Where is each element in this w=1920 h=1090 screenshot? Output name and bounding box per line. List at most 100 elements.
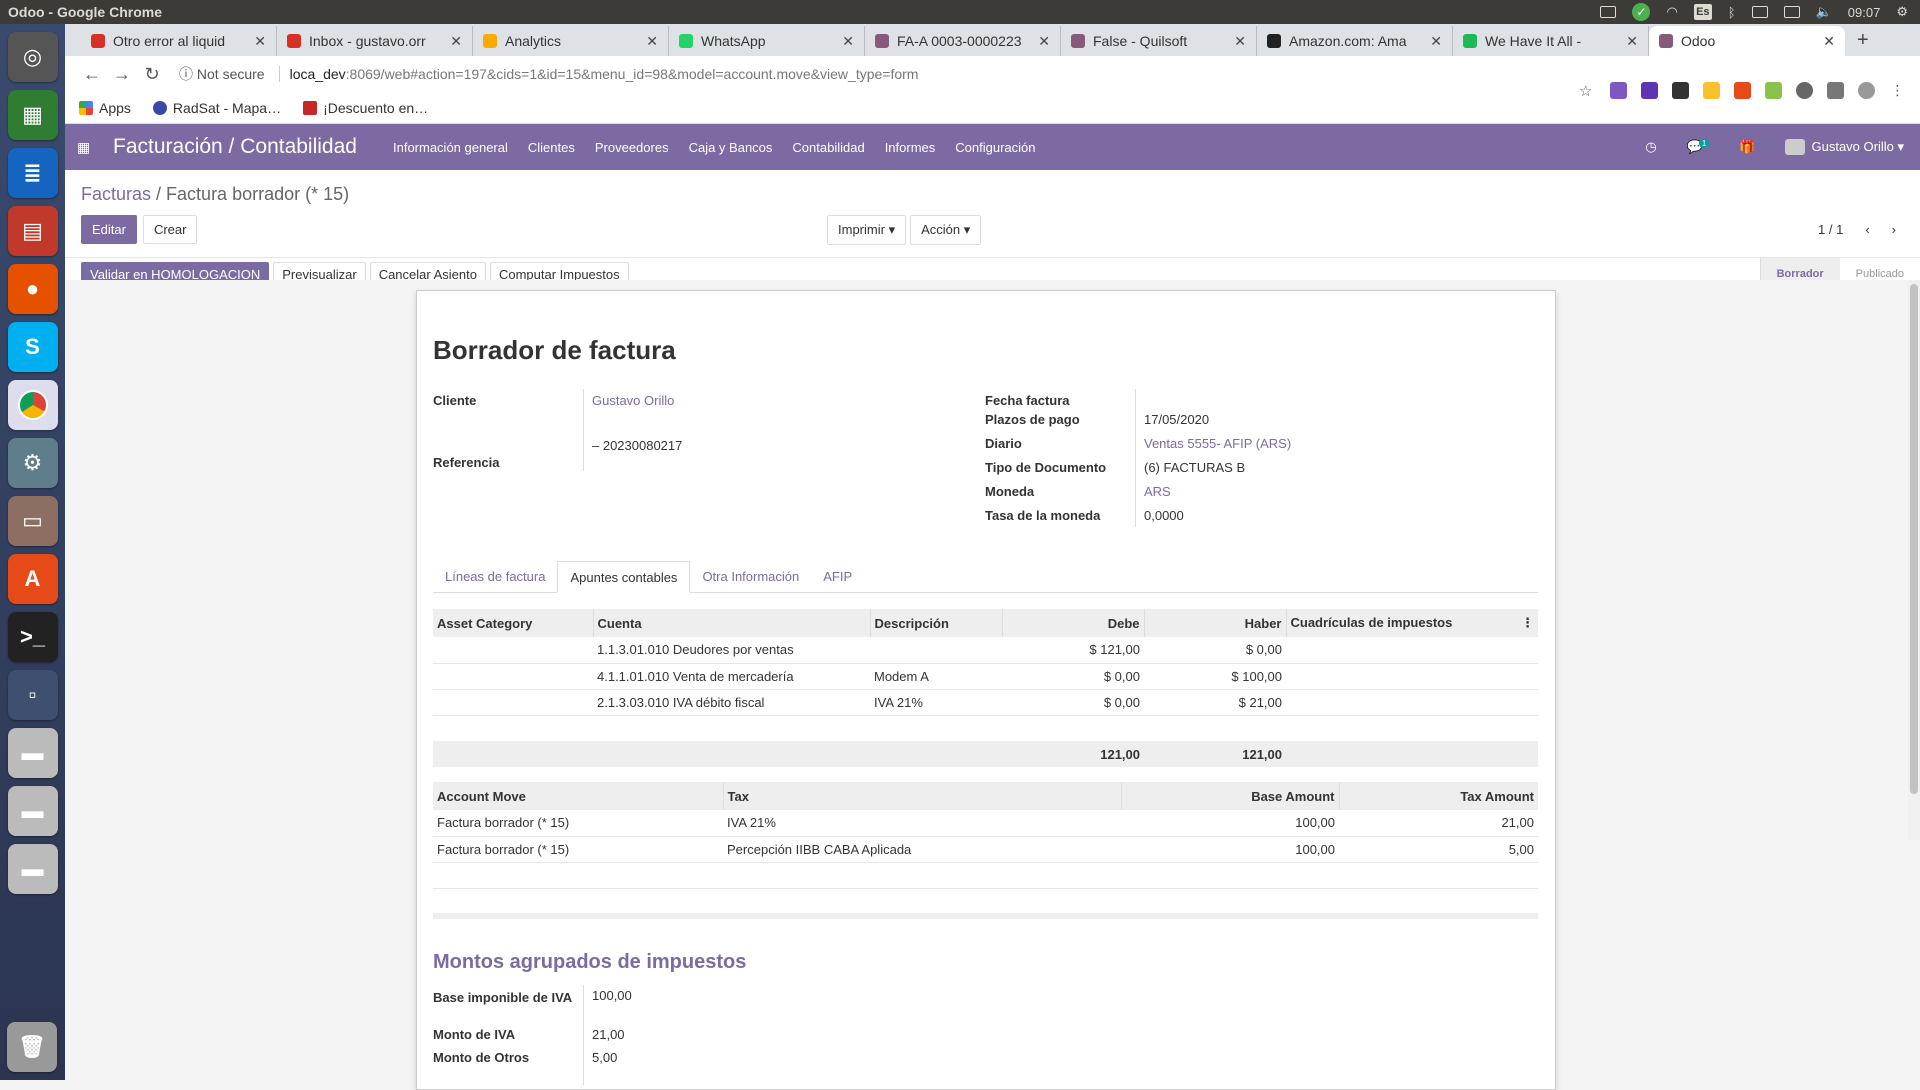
edit-button[interactable]: Editar	[81, 215, 137, 244]
tab-lineas-factura[interactable]: Líneas de factura	[433, 561, 557, 592]
table-row[interactable]: 2.1.3.03.010 IVA débito fiscal IVA 21% $…	[433, 689, 1538, 716]
info-icon[interactable]: ⓘ Not secure	[179, 64, 265, 84]
tab-close-icon[interactable]: ✕	[1823, 33, 1835, 50]
breadcrumb-facturas[interactable]: Facturas	[81, 184, 151, 204]
browser-tab-2[interactable]: Analytics ✕	[473, 26, 669, 56]
apps-menu-icon[interactable]: ▦	[77, 139, 93, 156]
pager-prev-icon[interactable]: ‹	[1865, 222, 1869, 237]
col-tax-amount[interactable]: Tax Amount	[1338, 782, 1538, 810]
bluetooth-icon[interactable]: ᛒ	[1728, 5, 1736, 20]
menu-configuracion[interactable]: Configuración	[955, 140, 1035, 155]
clock[interactable]: 09:07	[1848, 5, 1881, 20]
moneda-field[interactable]: ARS	[1144, 484, 1171, 499]
profile-icon[interactable]	[1858, 82, 1875, 99]
volume-icon[interactable]: 🔈	[1816, 4, 1832, 20]
dash-icon[interactable]: ◎	[7, 32, 58, 82]
extension-icon-6[interactable]	[1765, 82, 1782, 99]
impress-icon[interactable]: ▤	[7, 206, 58, 256]
reload-icon[interactable]: ↻	[137, 64, 167, 85]
spreadsheet-icon[interactable]: ▦	[7, 90, 58, 140]
bookmark-radsat[interactable]: RadSat - Mapa…	[152, 100, 281, 116]
browser-tab-6[interactable]: Amazon.com: Ama ✕	[1257, 26, 1453, 56]
activity-clock-icon[interactable]: ◷	[1645, 139, 1656, 155]
table-row[interactable]: 1.1.3.01.010 Deudores por ventas $ 121,0…	[433, 637, 1538, 664]
col-haber[interactable]: Haber	[1143, 609, 1286, 637]
tab-close-icon[interactable]: ✕	[842, 33, 854, 50]
extension-icon-7[interactable]	[1796, 82, 1813, 99]
tab-close-icon[interactable]: ✕	[1038, 33, 1050, 50]
menu-informacion-general[interactable]: Información general	[393, 140, 508, 155]
pager-next-icon[interactable]: ›	[1892, 222, 1896, 237]
col-asset-category[interactable]: Asset Category	[433, 609, 593, 637]
kebab-menu-icon[interactable]: ⋮	[1889, 82, 1906, 99]
battery-icon[interactable]	[1783, 6, 1800, 18]
new-tab-icon[interactable]: +	[1845, 26, 1881, 56]
menu-informes[interactable]: Informes	[885, 140, 936, 155]
page-scrollbar[interactable]	[1908, 280, 1920, 840]
extension-icon-1[interactable]	[1610, 82, 1627, 99]
app-brand[interactable]: Facturación / Contabilidad	[113, 135, 357, 159]
keyboard-language[interactable]: Es	[1693, 4, 1712, 20]
url-input[interactable]: loca_dev:8069/web#action=197&cids=1&id=1…	[278, 66, 918, 82]
skype-icon[interactable]: S	[7, 322, 58, 372]
menu-clientes[interactable]: Clientes	[528, 140, 575, 155]
menu-contabilidad[interactable]: Contabilidad	[792, 140, 864, 155]
menu-proveedores[interactable]: Proveedores	[595, 140, 669, 155]
check-icon[interactable]: ✓	[1632, 3, 1651, 21]
files-icon[interactable]: ▭	[7, 496, 58, 546]
drive-icon-1[interactable]: ▬	[7, 728, 58, 778]
chat-icon[interactable]: 💬1	[1687, 139, 1710, 155]
browser-tab-5[interactable]: False - Quilsoft ✕	[1061, 26, 1257, 56]
browser-tab-4[interactable]: FA-A 0003-0000223 ✕	[865, 26, 1061, 56]
cliente-field[interactable]: Gustavo Orillo	[592, 393, 674, 408]
tab-close-icon[interactable]: ✕	[1626, 33, 1638, 50]
tab-close-icon[interactable]: ✕	[450, 33, 462, 50]
table-row[interactable]: 4.1.1.01.010 Venta de mercadería Modem A…	[433, 663, 1538, 690]
cloud-icon[interactable]	[1600, 6, 1617, 18]
col-descripcion[interactable]: Descripción	[869, 609, 1002, 637]
tab-close-icon[interactable]: ✕	[1430, 33, 1442, 50]
browser-tab-1[interactable]: Inbox - gustavo.orr ✕	[277, 26, 473, 56]
scrollbar-thumb[interactable]	[1910, 284, 1918, 794]
tab-apuntes-contables[interactable]: Apuntes contables	[557, 561, 691, 593]
browser-tab-7[interactable]: We Have It All - ✕	[1453, 26, 1649, 56]
col-debe[interactable]: Debe	[1001, 609, 1144, 637]
drive-icon-2[interactable]: ▬	[7, 786, 58, 836]
table-row[interactable]: Factura borrador (* 15) IVA 21% 100,00 2…	[433, 810, 1538, 837]
writer-icon[interactable]: ≣	[7, 148, 58, 198]
media-icon[interactable]	[1827, 82, 1844, 99]
optional-columns-icon[interactable]: ⋮	[1521, 615, 1534, 631]
extension-icon-3[interactable]	[1672, 82, 1689, 99]
extension-icon-5[interactable]	[1734, 82, 1751, 99]
tab-close-icon[interactable]: ✕	[254, 33, 266, 50]
tab-otra-informacion[interactable]: Otra Información	[690, 561, 811, 592]
col-cuadriculas[interactable]: Cuadrículas de impuestos ⋮	[1285, 609, 1538, 637]
extension-icon-4[interactable]	[1703, 82, 1720, 99]
user-menu[interactable]: Gustavo Orillo ▾	[1785, 139, 1904, 156]
bookmark-apps[interactable]: Apps	[79, 100, 131, 116]
tab-close-icon[interactable]: ✕	[1234, 33, 1246, 50]
system-settings-icon[interactable]: ⚙	[7, 438, 58, 488]
software-center-icon[interactable]: A	[7, 554, 58, 604]
create-button[interactable]: Crear	[142, 215, 198, 244]
print-dropdown[interactable]: Imprimir ▾	[827, 215, 907, 245]
mail-icon[interactable]	[1751, 6, 1768, 18]
trash-icon[interactable]: 🗑	[7, 1022, 57, 1072]
tab-close-icon[interactable]: ✕	[646, 33, 658, 50]
tipo-value[interactable]: (6) FACTURAS B	[1144, 460, 1245, 475]
bookmark-descuento[interactable]: ¡Descuento en…	[303, 100, 428, 116]
action-dropdown[interactable]: Acción ▾	[910, 215, 982, 245]
col-tax[interactable]: Tax	[722, 782, 1121, 810]
extension-icon-2[interactable]	[1641, 82, 1658, 99]
workspace-icon[interactable]: ▫	[7, 670, 58, 720]
drive-icon-3[interactable]: ▬	[7, 844, 58, 894]
gift-icon[interactable]: 🎁	[1739, 139, 1755, 155]
browser-tab-3[interactable]: WhatsApp ✕	[669, 26, 865, 56]
menu-caja-bancos[interactable]: Caja y Bancos	[689, 140, 773, 155]
browser-tab-0[interactable]: Otro error al liquid ✕	[81, 26, 277, 56]
col-base-amount[interactable]: Base Amount	[1120, 782, 1339, 810]
firefox-icon[interactable]: ●	[7, 264, 58, 314]
browser-tab-8[interactable]: Odoo ✕	[1649, 26, 1845, 56]
star-icon[interactable]: ☆	[1579, 82, 1596, 100]
plazos-value[interactable]: 17/05/2020	[1144, 412, 1209, 427]
